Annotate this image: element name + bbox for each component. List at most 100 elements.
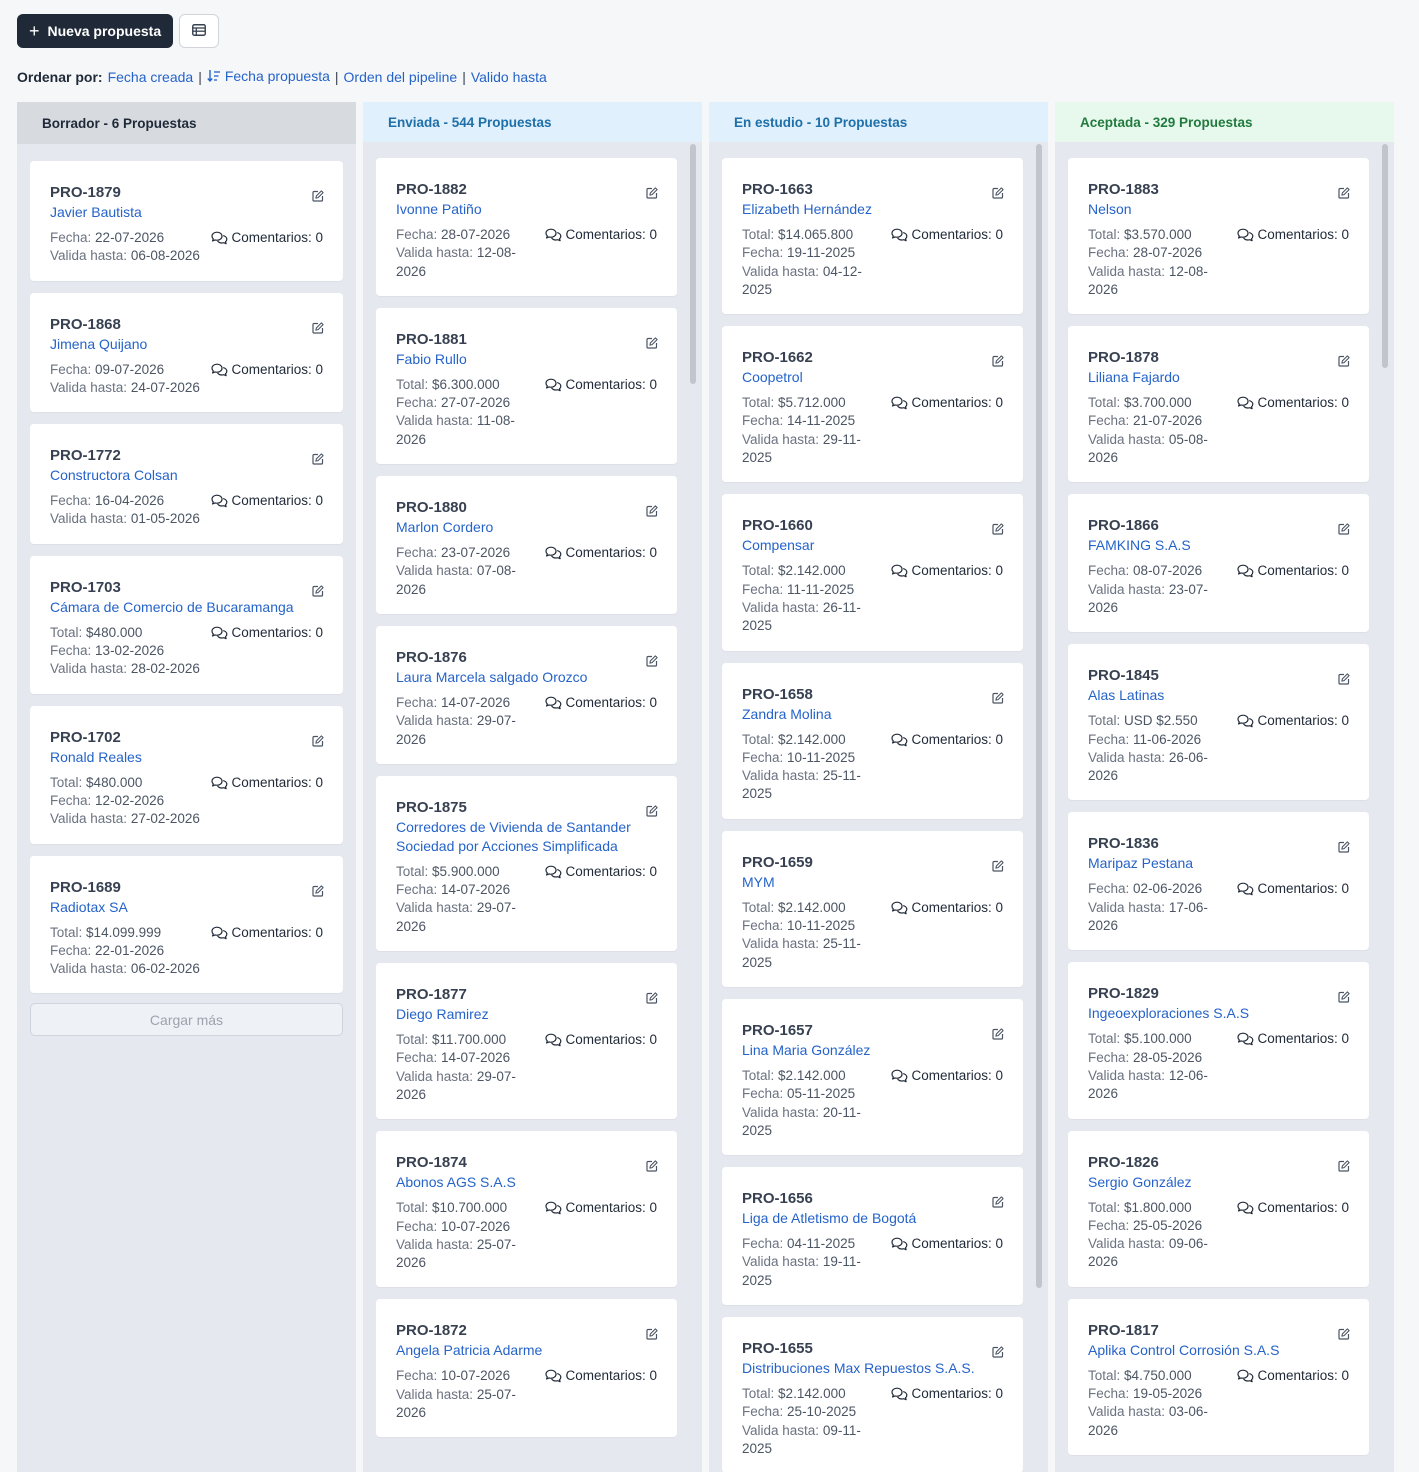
comments-count[interactable]: Comentarios: 0 [1237,226,1349,299]
comments-count[interactable]: Comentarios: 0 [211,624,323,679]
client-link[interactable]: Alas Latinas [1088,686,1349,705]
load-more-button[interactable]: Cargar más [30,1003,343,1037]
client-link[interactable]: Lina Maria González [742,1041,1003,1060]
comments-count[interactable]: Comentarios: 0 [1237,880,1349,935]
client-link[interactable]: Liliana Fajardo [1088,368,1349,387]
comments-count[interactable]: Comentarios: 0 [1237,394,1349,467]
edit-icon[interactable] [992,691,1004,704]
client-link[interactable]: Sergio González [1088,1173,1349,1192]
comments-count[interactable]: Comentarios: 0 [545,544,657,599]
edit-icon[interactable] [312,321,324,334]
comments-count[interactable]: Comentarios: 0 [545,1199,657,1272]
edit-icon[interactable] [646,654,658,667]
proposal-card[interactable]: PRO-1882 Ivonne Patiño Fecha: 28-07-2026 Va… [376,158,677,296]
proposal-card[interactable]: PRO-1657 Lina Maria González Total: $2.142… [722,998,1023,1156]
comments-count[interactable]: Comentarios: 0 [545,226,657,281]
proposal-card[interactable]: PRO-1772 Constructora Colsan Fecha: 16-04-… [30,424,343,544]
comments-count[interactable]: Comentarios: 0 [211,361,323,398]
proposal-card[interactable]: PRO-1826 Sergio González Total: $1.800.000… [1068,1130,1369,1287]
proposal-card[interactable]: PRO-1866 FAMKING S.A.S Fecha: 08-07-2026 Va… [1068,494,1369,633]
edit-icon[interactable] [312,884,324,897]
edit-icon[interactable] [1338,522,1350,535]
proposal-card[interactable]: PRO-1829 Ingeoexploraciones S.A.S Total: $… [1068,962,1369,1119]
scrollbar-thumb[interactable] [690,144,696,384]
edit-icon[interactable] [646,1327,658,1341]
new-proposal-button[interactable]: + Nueva propuesta [17,14,174,48]
proposal-card[interactable]: PRO-1877 Diego Ramirez Total: $11.700.000 F… [376,963,677,1120]
comments-count[interactable]: Comentarios: 0 [1237,712,1349,785]
comments-count[interactable]: Comentarios: 0 [1237,1367,1349,1440]
comments-count[interactable]: Comentarios: 0 [545,1031,657,1104]
edit-icon[interactable] [312,452,324,465]
edit-icon[interactable] [312,189,324,202]
edit-icon[interactable] [992,1027,1004,1040]
edit-icon[interactable] [646,804,658,817]
proposal-card[interactable]: PRO-1659 MYM Total: $2.142.000 Fecha: 10-11… [722,830,1023,987]
proposal-card[interactable]: PRO-1879 Javier Bautista Fecha: 22-07-2026… [30,161,343,281]
comments-count[interactable]: Comentarios: 0 [1237,1199,1349,1272]
client-link[interactable]: Ronald Reales [50,748,323,767]
table-view-button[interactable] [179,14,220,48]
comments-count[interactable]: Comentarios: 0 [1237,562,1349,617]
comments-count[interactable]: Comentarios: 0 [891,1067,1003,1140]
proposal-card[interactable]: PRO-1875 Corredores de Vivienda de Santan… [376,775,677,952]
proposal-card[interactable]: PRO-1878 Liliana Fajardo Total: $3.700.000… [1068,326,1369,483]
proposal-card[interactable]: PRO-1872 Angela Patricia Adarme Fecha: 10-… [376,1299,677,1438]
proposal-card[interactable]: PRO-1845 Alas Latinas Total: USD $2.550 Fec… [1068,644,1369,801]
edit-icon[interactable] [1338,186,1350,199]
proposal-card[interactable]: PRO-1660 Compensar Total: $2.142.000 Fecha:… [722,494,1023,651]
proposal-card[interactable]: PRO-1658 Zandra Molina Total: $2.142.000 Fe… [722,662,1023,819]
client-link[interactable]: Laura Marcela salgado Orozco [396,668,657,687]
edit-icon[interactable] [992,1345,1004,1358]
proposal-card[interactable]: PRO-1703 Cámara de Comercio de Bucaramang… [30,555,343,694]
proposal-card[interactable]: PRO-1662 Coopetrol Total: $5.712.000 Fecha:… [722,326,1023,483]
proposal-card[interactable]: PRO-1689 Radiotax SA Total: $14.099.999 Fec… [30,855,343,994]
proposal-card[interactable]: PRO-1868 Jimena Quijano Fecha: 09-07-2026 V… [30,292,343,413]
edit-icon[interactable] [992,354,1004,367]
client-link[interactable]: Elizabeth Hernández [742,200,1003,219]
edit-icon[interactable] [992,522,1004,535]
client-link[interactable]: Diego Ramirez [396,1005,657,1024]
comments-count[interactable]: Comentarios: 0 [891,1385,1003,1458]
client-link[interactable]: Ingeoexploraciones S.A.S [1088,1004,1349,1023]
client-link[interactable]: Ivonne Patiño [396,200,657,219]
edit-icon[interactable] [312,734,324,747]
edit-icon[interactable] [646,504,658,517]
client-link[interactable]: Constructora Colsan [50,466,323,485]
client-link[interactable]: Corredores de Vivienda de Santander Soci… [396,818,657,856]
client-link[interactable]: Zandra Molina [742,705,1003,724]
comments-count[interactable]: Comentarios: 0 [211,924,323,979]
client-link[interactable]: Aplika Control Corrosión S.A.S [1088,1341,1349,1360]
client-link[interactable]: Distribuciones Max Repuestos S.A.S. [742,1359,1003,1378]
scrollbar-thumb[interactable] [1036,144,1042,1288]
sort-fecha-creada[interactable]: Fecha creada [108,69,194,85]
comments-count[interactable]: Comentarios: 0 [211,492,323,529]
comments-count[interactable]: Comentarios: 0 [545,376,657,449]
proposal-card[interactable]: PRO-1655 Distribuciones Max Repuestos S.A… [722,1317,1023,1472]
client-link[interactable]: Cámara de Comercio de Bucaramanga [50,598,323,617]
client-link[interactable]: Maripaz Pestana [1088,854,1349,873]
comments-count[interactable]: Comentarios: 0 [891,394,1003,467]
edit-icon[interactable] [1338,1159,1350,1172]
client-link[interactable]: Abonos AGS S.A.S [396,1173,657,1192]
client-link[interactable]: Marlon Cordero [396,518,657,537]
comments-count[interactable]: Comentarios: 0 [891,226,1003,299]
comments-count[interactable]: Comentarios: 0 [891,1235,1003,1290]
edit-icon[interactable] [1338,990,1350,1003]
proposal-card[interactable]: PRO-1702 Ronald Reales Total: $480.000 Fech… [30,705,343,844]
proposal-card[interactable]: PRO-1663 Elizabeth Hernández Total: $14.06… [722,158,1023,315]
edit-icon[interactable] [646,186,658,199]
comments-count[interactable]: Comentarios: 0 [545,863,657,936]
client-link[interactable]: Liga de Atletismo de Bogotá [742,1209,1003,1228]
proposal-card[interactable]: PRO-1883 Nelson Total: $3.570.000 Fecha: 28… [1068,158,1369,315]
edit-icon[interactable] [312,584,324,597]
sort-valido-hasta[interactable]: Valido hasta [471,69,547,85]
proposal-card[interactable]: PRO-1836 Maripaz Pestana Fecha: 02-06-2026… [1068,812,1369,951]
proposal-card[interactable]: PRO-1656 Liga de Atletismo de Bogotá Fecha… [722,1167,1023,1306]
client-link[interactable]: Coopetrol [742,368,1003,387]
client-link[interactable]: Jimena Quijano [50,335,323,354]
edit-icon[interactable] [992,859,1004,872]
proposal-card[interactable]: PRO-1874 Abonos AGS S.A.S Total: $10.700.0… [376,1131,677,1288]
client-link[interactable]: FAMKING S.A.S [1088,536,1349,555]
edit-icon[interactable] [1338,672,1350,685]
